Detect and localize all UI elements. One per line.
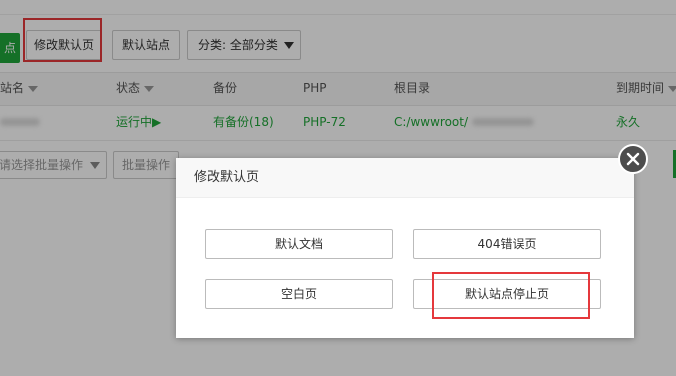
blank-page-button[interactable]: 空白页 [205,279,393,309]
dialog-title: 修改默认页 [194,170,260,185]
close-icon[interactable] [618,144,648,174]
close-x-glyph [626,152,640,166]
404-error-page-button[interactable]: 404错误页 [413,229,601,259]
highlight-stop-page [432,272,590,319]
dialog-header: 修改默认页 [176,158,634,198]
default-document-button[interactable]: 默认文档 [205,229,393,259]
